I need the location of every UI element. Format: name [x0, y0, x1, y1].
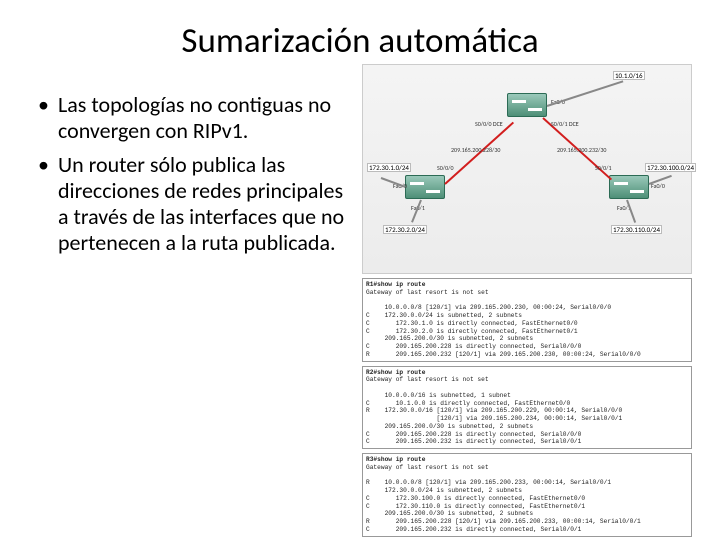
slide: Sumarización automática Las topologías n…	[0, 0, 720, 540]
cli-output-r1: R1#show ip route Gateway of last resort …	[362, 278, 692, 362]
net-label: 172.30.110.0/24	[611, 225, 662, 234]
cli-body: Gateway of last resort is not set 10.0.0…	[366, 289, 641, 358]
port-label: S0/0/0 DCE	[475, 121, 503, 127]
port-label: Fa0/0	[651, 183, 665, 189]
text-column: Las topologías no contiguas no convergen…	[34, 92, 356, 537]
net-label: 172.30.100.0/24	[645, 163, 696, 172]
router-icon	[405, 175, 445, 199]
cli-output-r3: R3#show ip route Gateway of last resort …	[362, 453, 692, 537]
port-label: S0/0/1	[595, 165, 612, 171]
net-label: 10.1.0/16	[613, 71, 645, 80]
net-label: 172.30.2.0/24	[383, 225, 427, 234]
cli-prompt: R3#show ip route	[366, 456, 425, 463]
bullet-list: Las topologías no contiguas no convergen…	[34, 92, 356, 256]
cli-prompt: R1#show ip route	[366, 281, 425, 288]
port-label: S0/0/0	[437, 165, 454, 171]
net-label: 209.165.200.228/30	[451, 147, 500, 153]
cli-prompt: R2#show ip route	[366, 369, 425, 376]
figure-column: 10.1.0/16 Fa0/0 S0/0/0 DCE S0/0/1 DCE 20…	[362, 64, 692, 537]
router-icon	[507, 93, 547, 117]
net-label: 172.30.1.0/24	[367, 163, 411, 172]
bullet-item: Las topologías no contiguas no convergen…	[38, 92, 356, 144]
bullet-item: Un router sólo publica las direcciones d…	[38, 152, 356, 256]
slide-title: Sumarización automática	[34, 20, 686, 62]
cli-output-r2: R2#show ip route Gateway of last resort …	[362, 366, 692, 450]
link-line	[547, 80, 624, 107]
router-icon	[609, 175, 649, 199]
content-row: Las topologías no contiguas no convergen…	[34, 92, 686, 537]
cli-body: Gateway of last resort is not set R 10.0…	[366, 464, 641, 533]
cli-body: Gateway of last resort is not set 10.0.0…	[366, 376, 622, 445]
network-topology-diagram: 10.1.0/16 Fa0/0 S0/0/0 DCE S0/0/1 DCE 20…	[362, 64, 692, 274]
net-label: 209.165.200.232/30	[557, 147, 606, 153]
port-label: S0/0/1 DCE	[551, 121, 579, 127]
